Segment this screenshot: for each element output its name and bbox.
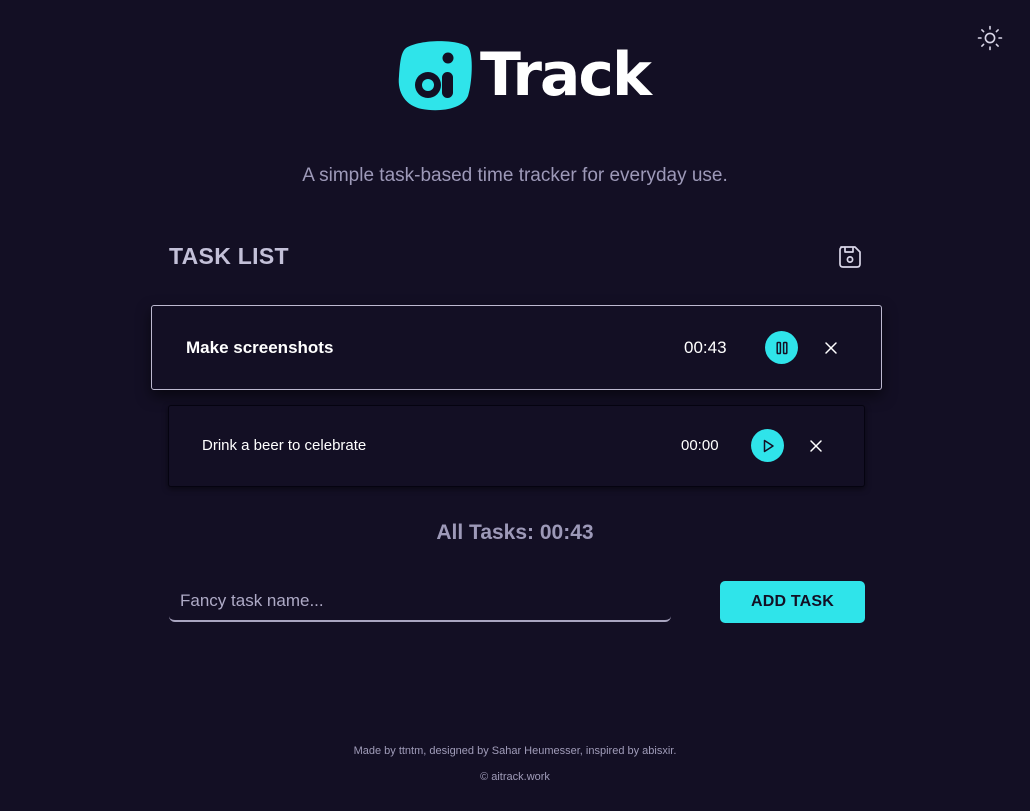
save-button[interactable]: [836, 243, 864, 271]
pause-button[interactable]: [765, 331, 798, 364]
close-icon: [810, 440, 822, 452]
delete-task-button[interactable]: [806, 436, 826, 456]
task-name-input[interactable]: [169, 582, 671, 622]
task-time: 00:00: [681, 437, 719, 454]
sun-icon: [977, 25, 1003, 51]
play-button[interactable]: [751, 429, 784, 462]
task-time: 00:43: [684, 338, 727, 357]
tagline: A simple task-based time tracker for eve…: [302, 165, 728, 186]
task-item-active: Make screenshots 00:43: [151, 305, 882, 390]
app-logo: Track: [396, 38, 652, 114]
logo-mark-icon: [398, 41, 472, 111]
total-time: All Tasks: 00:43: [436, 521, 594, 544]
theme-toggle-button[interactable]: [976, 24, 1004, 52]
task-item: Drink a beer to celebrate 00:00: [168, 405, 865, 487]
pause-icon: [775, 341, 788, 354]
task-name: Drink a beer to celebrate: [202, 437, 367, 454]
task-list-title: TASK LIST: [169, 243, 289, 269]
add-task-button[interactable]: ADD TASK: [720, 581, 865, 623]
logo-text: Track: [480, 40, 652, 110]
footer-credits: Made by ttntm, designed by Sahar Heumess…: [353, 745, 677, 757]
close-icon: [825, 342, 837, 354]
footer-copyright: © aitrack.work: [480, 771, 550, 783]
delete-task-button[interactable]: [821, 338, 841, 358]
floppy-disk-icon: [839, 246, 861, 268]
play-icon: [763, 439, 774, 452]
task-name: Make screenshots: [186, 338, 334, 357]
